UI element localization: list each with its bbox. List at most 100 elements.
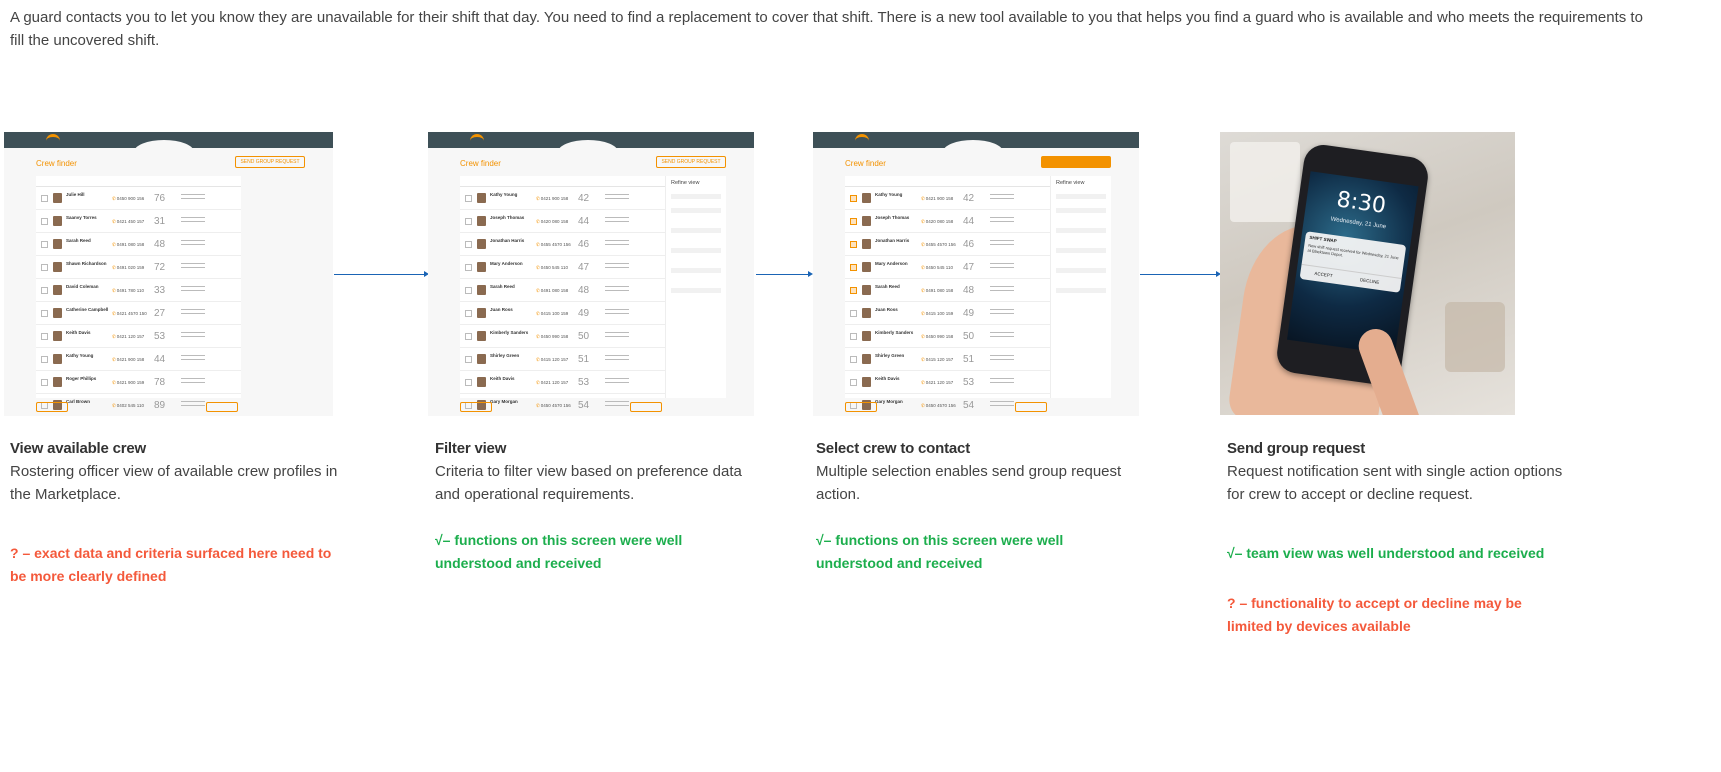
crew-phone: 0491 080 158 xyxy=(921,288,954,294)
row-checkbox xyxy=(850,218,857,225)
app-title: Crew finder xyxy=(460,159,501,168)
prev-button xyxy=(36,402,68,412)
crew-name: Juan Ross xyxy=(875,307,898,312)
crew-shifts xyxy=(181,286,205,287)
avatar xyxy=(862,308,871,318)
crew-phone: 0491 080 158 xyxy=(536,288,569,294)
crew-fit: 44 xyxy=(963,216,975,227)
crew-shifts xyxy=(990,332,1014,333)
crew-name: Kimberly Sanders xyxy=(490,330,529,335)
table-row: Shawn Richardson 0491 020 159 72 xyxy=(36,256,241,279)
logo-icon xyxy=(470,134,484,148)
crew-phone: 0450 545 110 xyxy=(921,265,953,271)
crew-shifts xyxy=(990,194,1014,195)
crew-shifts xyxy=(990,378,1014,379)
avatar xyxy=(477,354,486,364)
crew-name: Joseph Thomas xyxy=(490,215,525,220)
row-checkbox xyxy=(850,195,857,202)
caption-title: Select crew to contact xyxy=(816,440,970,457)
crew-name: Catherine Campbell xyxy=(66,307,109,312)
caption-title: Send group request xyxy=(1227,440,1366,457)
logo-icon xyxy=(46,134,60,148)
crew-fit: 53 xyxy=(963,377,975,388)
crew-shifts xyxy=(605,355,629,356)
crew-name: David Coleman xyxy=(66,284,99,289)
crew-name: Gary Morgan xyxy=(875,399,903,404)
row-checkbox xyxy=(850,356,857,363)
app-title: Crew finder xyxy=(845,159,886,168)
next-button xyxy=(630,402,662,412)
crew-shifts xyxy=(181,263,205,264)
row-checkbox xyxy=(850,379,857,386)
table-row: Kimberly Sanders 0450 990 158 50 xyxy=(460,325,665,348)
table-row: Jonathan Harris 0455 4570 156 46 xyxy=(460,233,665,256)
crew-phone: 0421 900 158 xyxy=(112,357,145,363)
caption-body: Rostering officer view of available crew… xyxy=(10,463,338,503)
crew-name: Julie Hill xyxy=(66,192,85,197)
caption-filter-view: Filter view Criteria to filter view base… xyxy=(435,437,745,506)
crew-fit: 42 xyxy=(578,193,590,204)
caption-body: Multiple selection enables send group re… xyxy=(816,463,1122,503)
table-row: Sarah Reed 0491 080 158 48 xyxy=(845,279,1050,302)
crew-fit: 44 xyxy=(154,354,166,365)
crew-name: Keith Davis xyxy=(875,376,900,381)
phone-notification-photo: 8:30 Wednesday, 21 June SHIFT SWAP New s… xyxy=(1220,132,1515,415)
avatar xyxy=(862,285,871,295)
crew-phone: 0450 4570 156 xyxy=(921,403,956,409)
feedback-note: √– functions on this screen were well un… xyxy=(816,532,1064,571)
avatar xyxy=(53,308,62,318)
refine-view-panel: Refine view xyxy=(1050,176,1111,398)
flow-arrow-1 xyxy=(334,271,429,277)
caption-select-crew: Select crew to contact Multiple selectio… xyxy=(816,437,1126,506)
caption-body: Criteria to filter view based on prefere… xyxy=(435,463,742,503)
app-header xyxy=(4,132,333,164)
app-header xyxy=(813,132,1139,164)
table-row: David Coleman 0491 780 110 33 xyxy=(36,279,241,302)
table-row: Kathy Young 0421 900 158 42 xyxy=(460,187,665,210)
caption-view-available-crew: View available crew Rostering officer vi… xyxy=(10,437,340,506)
table-row: Joseph Thomas 0420 080 158 44 xyxy=(460,210,665,233)
table-row: Jonathan Harris 0455 4570 156 46 xyxy=(845,233,1050,256)
crew-fit: 72 xyxy=(154,262,166,273)
crew-phone: 0415 100 159 xyxy=(536,311,569,317)
screenshot-view-available-crew: Crew finder SEND GROUP REQUEST Julie Hil… xyxy=(4,132,333,416)
crew-phone: 0421 900 158 xyxy=(921,196,954,202)
crew-shifts xyxy=(990,240,1014,241)
crew-phone: 0402 545 110 xyxy=(112,403,144,409)
crew-shifts xyxy=(181,378,205,379)
crew-name: Kathy Young xyxy=(490,192,518,197)
row-checkbox xyxy=(41,356,48,363)
row-checkbox xyxy=(465,287,472,294)
feedback-note: ? – functionality to accept or decline m… xyxy=(1227,595,1522,634)
avatar xyxy=(477,216,486,226)
crew-shifts xyxy=(181,401,205,402)
feedback-note: √– team view was well understood and rec… xyxy=(1227,545,1545,561)
row-checkbox xyxy=(41,195,48,202)
crew-name: Keith Davis xyxy=(66,330,91,335)
crew-fit: 44 xyxy=(578,216,590,227)
crew-fit: 46 xyxy=(963,239,975,250)
row-checkbox xyxy=(850,241,857,248)
crew-name: Sarah Reed xyxy=(875,284,900,289)
crew-shifts xyxy=(605,309,629,310)
app-title: Crew finder xyxy=(36,159,77,168)
row-checkbox xyxy=(850,287,857,294)
caption-send-group-request: Send group request Request notification … xyxy=(1227,437,1567,506)
avatar xyxy=(477,262,486,272)
crew-phone: 0421 450 157 xyxy=(112,219,145,225)
row-checkbox xyxy=(465,333,472,340)
crew-fit: 89 xyxy=(154,400,166,411)
table-row: Sarah Reed 0491 080 158 48 xyxy=(460,279,665,302)
crew-shifts xyxy=(605,194,629,195)
row-checkbox xyxy=(41,264,48,271)
feedback-note: √– functions on this screen were well un… xyxy=(435,532,683,571)
row-checkbox xyxy=(465,195,472,202)
crew-shifts xyxy=(605,378,629,379)
crew-phone: 0421 120 157 xyxy=(536,380,569,386)
crew-phone: 0455 4570 156 xyxy=(921,242,956,248)
row-checkbox xyxy=(465,356,472,363)
avatar xyxy=(862,262,871,272)
crew-name: Roger Phillips xyxy=(66,376,97,381)
crew-name: Mary Anderson xyxy=(875,261,908,266)
crew-fit: 48 xyxy=(578,285,590,296)
